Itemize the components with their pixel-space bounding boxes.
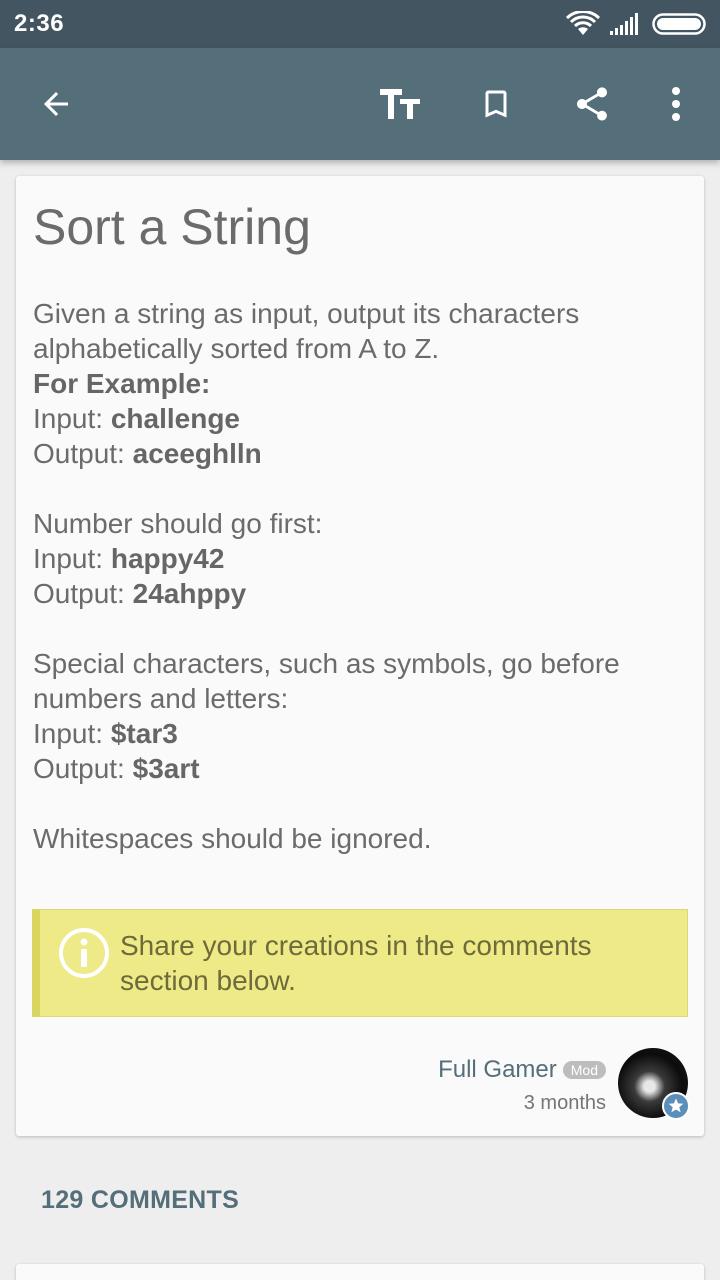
info-icon <box>59 928 109 978</box>
example3-output: $3art <box>132 753 200 784</box>
example3-input: $tar3 <box>110 718 178 749</box>
more-vert-icon <box>672 87 680 121</box>
author-name[interactable]: Full Gamer <box>438 1056 557 1084</box>
share-icon <box>577 87 607 121</box>
input-label: Input: <box>33 718 111 749</box>
signal-icon <box>610 13 638 35</box>
status-time: 2:36 <box>14 10 65 37</box>
info-callout: Share your creations in the comments sec… <box>32 909 688 1017</box>
info-text: Share your creations in the comments sec… <box>120 930 592 996</box>
bookmark-icon <box>485 90 507 118</box>
example1-output: aceeghlln <box>132 438 262 469</box>
output-label: Output: <box>33 753 133 784</box>
more-options-button[interactable] <box>644 72 708 136</box>
back-button[interactable] <box>24 72 88 136</box>
status-icons <box>566 11 708 37</box>
example2-output: 24ahppy <box>132 578 247 609</box>
avatar[interactable] <box>618 1048 690 1120</box>
comments-count[interactable]: 129 COMMENTS <box>41 1186 239 1215</box>
wifi-icon <box>566 11 600 35</box>
text-size-icon <box>380 89 420 119</box>
output-label: Output: <box>33 438 133 469</box>
example-heading: For Example: <box>33 368 211 399</box>
page-title: Sort a String <box>33 199 311 255</box>
intro-text: Given a string as input, output its char… <box>33 298 580 364</box>
example2-input: happy42 <box>110 543 225 574</box>
app-bar <box>0 48 720 160</box>
comment-card <box>16 1264 704 1280</box>
battery-icon <box>652 13 706 35</box>
post-time: 3 months <box>523 1092 606 1114</box>
bookmark-button[interactable] <box>464 72 528 136</box>
star-badge-icon <box>662 1092 690 1120</box>
lesson-card: Sort a String Given a string as input, o… <box>16 176 704 1136</box>
rule-whitespace: Whitespaces should be ignored. <box>33 823 432 854</box>
rule-special: Special characters, such as symbols, go … <box>33 648 620 714</box>
share-button[interactable] <box>560 72 624 136</box>
status-bar: 2:36 <box>0 0 720 48</box>
author-info: Full Gamer Mod 3 months <box>438 1056 606 1115</box>
output-label: Output: <box>33 578 133 609</box>
input-label: Input: <box>33 403 111 434</box>
rule-numbers: Number should go first: <box>33 508 323 539</box>
text-size-button[interactable] <box>368 72 432 136</box>
arrow-back-icon <box>44 92 68 116</box>
mod-badge: Mod <box>562 1061 606 1079</box>
lesson-body: Given a string as input, output its char… <box>33 296 688 856</box>
input-label: Input: <box>33 543 111 574</box>
example1-input: challenge <box>110 403 241 434</box>
